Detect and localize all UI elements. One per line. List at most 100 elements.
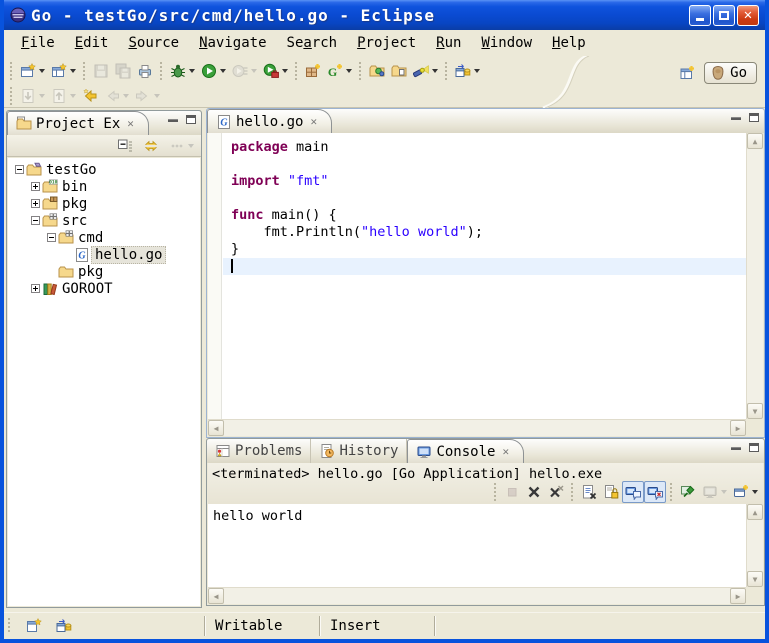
menu-navigate[interactable]: Navigate [190, 33, 275, 53]
tree-item-cmd[interactable]: cmd [8, 229, 200, 246]
last-edit-location-button[interactable] [79, 84, 101, 108]
new-view-icon [51, 63, 67, 79]
collapse-icon[interactable] [30, 216, 41, 225]
clear-console-button[interactable] [578, 481, 600, 503]
new-class-button[interactable]: G [324, 59, 355, 83]
tab-hello-go[interactable]: G hello.go ✕ [207, 109, 332, 133]
expand-icon[interactable] [30, 284, 41, 293]
view-minmax [168, 115, 196, 124]
minimize-button[interactable] [689, 5, 711, 26]
minimize-console-button[interactable] [731, 447, 741, 450]
tab-history[interactable]: History [311, 439, 407, 463]
restore-trim-button[interactable] [452, 59, 483, 83]
menu-source[interactable]: Source [119, 33, 188, 53]
scroll-right-button[interactable]: ▶ [730, 588, 746, 604]
tree-item-src[interactable]: src [8, 212, 200, 229]
open-perspective-button[interactable] [676, 61, 698, 85]
console-minmax [731, 443, 759, 452]
save-icon [93, 63, 109, 79]
scroll-left-button[interactable]: ◀ [208, 420, 224, 436]
menu-help[interactable]: Help [543, 33, 595, 53]
tree-item-testgo[interactable]: testGo [8, 161, 200, 178]
expand-icon[interactable] [30, 182, 41, 191]
external-tools-button[interactable] [260, 59, 291, 83]
close-button[interactable]: ✕ [737, 5, 759, 26]
menu-edit[interactable]: Edit [66, 33, 118, 53]
tree-item-hello-go[interactable]: Ghello.go [8, 246, 200, 263]
tree-item-label: pkg [75, 264, 106, 280]
dropdown-arrow-icon [154, 94, 160, 98]
console-vertical-scrollbar[interactable]: ▲ ▼ [746, 504, 763, 587]
tab-problems[interactable]: Problems [207, 439, 311, 463]
link-with-editor-button[interactable] [140, 134, 162, 158]
open-resource-icon [391, 63, 407, 79]
show-stderr-when-changed-button[interactable] [644, 481, 666, 503]
remove-launch-button[interactable] [523, 481, 545, 503]
maximize-view-button[interactable] [186, 115, 196, 124]
collapse-icon[interactable] [14, 165, 25, 174]
show-as-fast-view-button[interactable] [23, 614, 45, 638]
editor-vertical-scrollbar[interactable]: ▲ ▼ [746, 133, 763, 419]
close-editor-icon[interactable]: ✕ [310, 115, 317, 128]
perspective-button-go[interactable]: Go [704, 62, 757, 84]
collapse-all-button[interactable] [114, 134, 136, 158]
close-view-icon[interactable]: ✕ [502, 445, 509, 458]
open-resource-button[interactable] [388, 59, 410, 83]
run-icon [201, 63, 217, 79]
dropdown-arrow-icon [282, 69, 288, 73]
scroll-right-button[interactable]: ▶ [730, 420, 746, 436]
pin-console-button[interactable] [677, 481, 699, 503]
console-output-area[interactable]: hello world ▲ ▼ ◀ ▶ [208, 504, 763, 604]
open-console-button[interactable] [730, 481, 761, 503]
code-content[interactable]: package mainimport "fmt"func main() { fm… [223, 133, 746, 419]
open-type-button[interactable] [366, 59, 388, 83]
menu-search[interactable]: Search [278, 33, 347, 53]
search-flashlight-icon [413, 63, 429, 79]
scroll-left-button[interactable]: ◀ [208, 588, 224, 604]
menu-file[interactable]: File [12, 33, 64, 53]
expand-icon[interactable] [30, 199, 41, 208]
console-toolbar [490, 481, 761, 503]
collapse-icon[interactable] [46, 233, 57, 242]
minimize-view-button[interactable] [168, 119, 178, 122]
folder-src-icon [41, 213, 59, 229]
minimize-editor-button[interactable] [731, 117, 741, 120]
insert-mode-status: Insert [320, 613, 434, 639]
tree-item-bin[interactable]: 010bin [8, 178, 200, 195]
close-view-icon[interactable]: ✕ [127, 117, 134, 130]
next-annotation-button [17, 84, 48, 108]
remove-all-terminated-button[interactable] [545, 481, 567, 503]
scroll-up-button[interactable]: ▲ [747, 504, 763, 520]
maximize-console-button[interactable] [749, 443, 759, 452]
scroll-lock-button[interactable] [600, 481, 622, 503]
tree-item-pkg[interactable]: pkg [8, 263, 200, 280]
maximize-button[interactable] [713, 5, 735, 26]
code-editor[interactable]: package mainimport "fmt"func main() { fm… [208, 133, 763, 436]
menu-run[interactable]: Run [427, 33, 470, 53]
new-package-button[interactable] [302, 59, 324, 83]
tab-console[interactable]: Console✕ [407, 439, 524, 463]
menu-project[interactable]: Project [348, 33, 425, 53]
menu-window[interactable]: Window [472, 33, 541, 53]
show-stdout-when-changed-button[interactable] [622, 481, 644, 503]
print-button[interactable] [134, 59, 156, 83]
scroll-up-button[interactable]: ▲ [747, 133, 763, 149]
code-line: package main [223, 139, 746, 156]
new-wizard-button[interactable] [17, 59, 48, 83]
tab-project-explorer[interactable]: Project Ex ✕ [7, 111, 149, 135]
search-button[interactable] [410, 59, 441, 83]
view-menu-icon [169, 138, 185, 154]
last-edit-icon [82, 88, 98, 104]
save-all-icon [115, 63, 131, 79]
scroll-down-button[interactable]: ▼ [747, 571, 763, 587]
scroll-down-button[interactable]: ▼ [747, 403, 763, 419]
tree-item-goroot[interactable]: GOROOT [8, 280, 200, 297]
debug-button[interactable] [167, 59, 198, 83]
tree-item-pkg[interactable]: pkg [8, 195, 200, 212]
restore-trim-button[interactable] [53, 614, 75, 638]
run-button[interactable] [198, 59, 229, 83]
editor-horizontal-scrollbar[interactable]: ◀ ▶ [208, 419, 746, 436]
console-horizontal-scrollbar[interactable]: ◀ ▶ [208, 587, 746, 604]
new-view-button[interactable] [48, 59, 79, 83]
maximize-editor-button[interactable] [749, 113, 759, 122]
